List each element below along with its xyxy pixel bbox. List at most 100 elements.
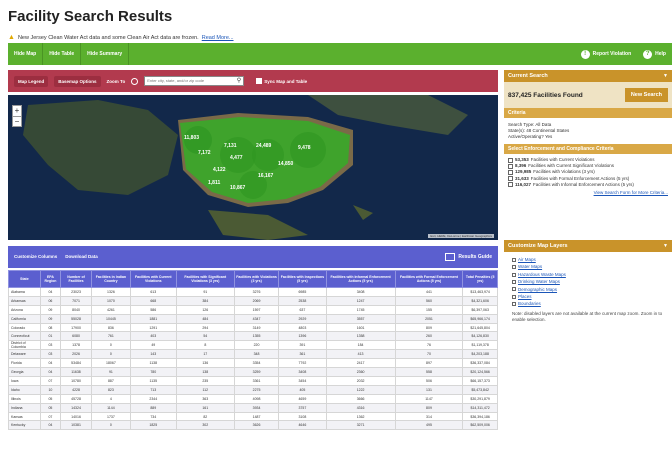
cluster-count[interactable]: 4,122	[213, 167, 226, 173]
new-search-button[interactable]: New Search	[624, 88, 668, 102]
customize-columns-button[interactable]: Customize Columns	[14, 254, 57, 260]
table-cell: 484	[175, 313, 235, 324]
hide-map-button[interactable]: Hide Map	[8, 43, 44, 65]
hide-table-button[interactable]: Hide Table	[43, 43, 82, 65]
map-legend-button[interactable]: Map Legend	[14, 75, 49, 87]
table-cell: 161	[175, 402, 235, 413]
layer-checkbox[interactable]	[512, 272, 516, 277]
sync-checkbox[interactable]	[256, 78, 263, 84]
cluster-count[interactable]: 4,477	[230, 155, 243, 161]
layer-label[interactable]: Air Maps	[518, 256, 536, 263]
table-row[interactable]: Florida 04 53484 18067 1138 136 3354 7792 2417 89…	[8, 358, 498, 369]
report-violation-button[interactable]: ! Report Violation	[575, 49, 638, 59]
cluster-count[interactable]: 11,803	[184, 135, 199, 141]
table-row[interactable]: Kentucky 04 10381 0 1825 302 3626 4646 3271 495 $6…	[8, 420, 498, 431]
table-row[interactable]: Idaho 10 4228 823 713 112 2275 405 1222 131 $5,473…	[8, 384, 498, 395]
layer-checkbox[interactable]	[512, 265, 516, 270]
results-guide-button[interactable]: Results Guide	[445, 253, 492, 261]
table-cell: $4,321,606	[462, 295, 498, 306]
cluster-count[interactable]: 7,131	[224, 143, 237, 149]
locate-icon[interactable]	[131, 77, 139, 85]
table-row[interactable]: Arkansas 06 7071 1070 668 384 2069 2538 1247 560 $…	[8, 295, 498, 306]
table-cell: 761	[90, 331, 131, 342]
zoom-in-button[interactable]: +	[13, 106, 21, 116]
hide-summary-button[interactable]: Hide Summary	[81, 43, 130, 65]
ec-checkbox[interactable]	[508, 163, 513, 169]
location-search-input[interactable]: Enter city, state, and/or zip code ⚲	[144, 76, 245, 86]
layer-item[interactable]: Air Maps	[512, 256, 664, 263]
layer-label[interactable]: Boundaries	[518, 300, 541, 307]
cluster-count[interactable]: 14,850	[278, 161, 293, 167]
table-cell: 361	[278, 349, 327, 360]
layer-item[interactable]: Hazardous Waste Maps	[512, 271, 664, 278]
column-header[interactable]: Facilities with Informal Enforcement Act…	[325, 270, 396, 288]
zoom-out-button[interactable]: −	[13, 116, 21, 126]
layer-checkbox[interactable]	[512, 294, 516, 299]
layer-checkbox[interactable]	[512, 257, 516, 262]
table-row[interactable]: Kansas 07 14016 1737 734 82 1487 3108 1362 314 $36…	[8, 411, 498, 422]
table-row[interactable]: California 09 55028 10445 1881 484 4347 2929 355…	[8, 313, 498, 324]
facility-map[interactable]: 11,803 7,172 4,122 4,477 7,131 24,489 14…	[8, 95, 498, 240]
current-search-header[interactable]: Current Search ▼	[504, 70, 672, 82]
column-header[interactable]: Total Penalties (5 yrs)	[462, 270, 498, 288]
column-header[interactable]: Facilities with Current Violations	[129, 270, 177, 288]
layer-checkbox[interactable]	[512, 302, 516, 307]
table-cell: 734	[129, 411, 177, 422]
column-header[interactable]: Number of Facilities	[60, 270, 92, 288]
table-cell: 302	[175, 420, 235, 431]
cluster-count[interactable]: 1,811	[208, 180, 220, 186]
sync-map-table-toggle[interactable]: Sync Map and Table	[256, 78, 307, 84]
ec-checkbox[interactable]	[508, 170, 513, 175]
column-header[interactable]: Facilities in Indian Country	[90, 270, 131, 288]
table-row[interactable]: Colorado 08 17900 836 1291 294 3149 4803 1601 809…	[8, 322, 498, 333]
map-layers-header[interactable]: Customize Map Layers ▼	[504, 240, 672, 252]
column-header[interactable]: EPA Region	[39, 270, 62, 288]
read-more-link[interactable]: Read More...	[202, 35, 234, 41]
layer-item[interactable]: Drinking Water Maps	[512, 278, 664, 285]
table-row[interactable]: Connecticut 01 6080 761 403 54 1355 1396 1358 260…	[8, 331, 498, 342]
layer-item[interactable]: Water Maps	[512, 263, 664, 270]
column-header[interactable]: Facilities with Inspections (5 yrs)	[278, 270, 327, 288]
collapse-icon[interactable]: ▼	[663, 70, 668, 82]
collapse-icon[interactable]: ▼	[663, 240, 668, 252]
table-row[interactable]: Illinois 05 45728 4 2344 363 4098 4659 3666 1147 $…	[8, 393, 498, 404]
table-row[interactable]: Delaware 03 2026 0 143 17 348 361 413 70 $4,203,18…	[8, 349, 498, 360]
cluster-count[interactable]: 7,172	[198, 150, 211, 156]
layer-item[interactable]: Places	[512, 293, 664, 300]
table-row[interactable]: District of Columbia 03 1378 0 49 8 220 391 184 7…	[8, 340, 498, 351]
column-header[interactable]: Facilities with Formal Enforcement Actio…	[394, 270, 464, 288]
table-cell: 8040	[60, 304, 92, 315]
layer-item[interactable]: Demographic Maps	[512, 286, 664, 293]
table-cell: 1737	[90, 411, 131, 422]
layer-label[interactable]: Water Maps	[518, 263, 542, 270]
table-row[interactable]: Georgia 04 11638 91 780 138 3259 3408 2360 558 $20…	[8, 367, 498, 378]
column-header[interactable]: Facilities with Significant Violations (…	[175, 270, 235, 288]
cluster-count[interactable]: 10,867	[230, 185, 245, 191]
basemap-options-button[interactable]: Basemap Options	[54, 75, 101, 87]
table-row[interactable]: Arizona 09 8040 4261 586 126 1597 637 1745 155 $6,…	[8, 304, 498, 315]
table-row[interactable]: Iowa 07 10780 887 1135 235 3361 3454 2032 506 $66,…	[8, 376, 498, 386]
layer-checkbox[interactable]	[512, 287, 516, 292]
cluster-count[interactable]: 9,478	[298, 145, 311, 151]
table-row[interactable]: Alabama 04 23023 1326 613 91 3276 6985 3408 441 $1…	[8, 287, 498, 297]
ec-criteria-item[interactable]: 116,027 Facilities with Informal Enforcem…	[508, 182, 668, 188]
help-button[interactable]: ? Help	[637, 49, 672, 59]
table-cell: 809	[394, 322, 464, 333]
download-data-button[interactable]: Download Data	[65, 254, 98, 260]
layer-checkbox[interactable]	[512, 279, 516, 284]
layer-label[interactable]: Demographic Maps	[518, 286, 557, 293]
layer-label[interactable]: Places	[518, 293, 532, 300]
ec-checkbox[interactable]	[508, 176, 513, 182]
table-row[interactable]: Indiana 05 14324 1144 889 161 3934 3757 4316 809 $…	[8, 402, 498, 413]
ec-checkbox[interactable]	[508, 182, 513, 188]
cluster-count[interactable]: 24,489	[256, 143, 271, 149]
cluster-count[interactable]: 16,167	[258, 173, 273, 179]
view-search-form-link[interactable]: View Search Form for More Criteria...	[508, 190, 668, 195]
layer-label[interactable]: Drinking Water Maps	[518, 278, 560, 285]
search-icon[interactable]: ⚲	[237, 77, 241, 85]
layer-item[interactable]: Boundaries	[512, 300, 664, 307]
ec-checkbox[interactable]	[508, 157, 513, 163]
layer-label[interactable]: Hazardous Waste Maps	[518, 271, 566, 278]
column-header[interactable]: State	[8, 270, 41, 288]
column-header[interactable]: Facilities with Violations (3 yrs)	[233, 270, 280, 288]
